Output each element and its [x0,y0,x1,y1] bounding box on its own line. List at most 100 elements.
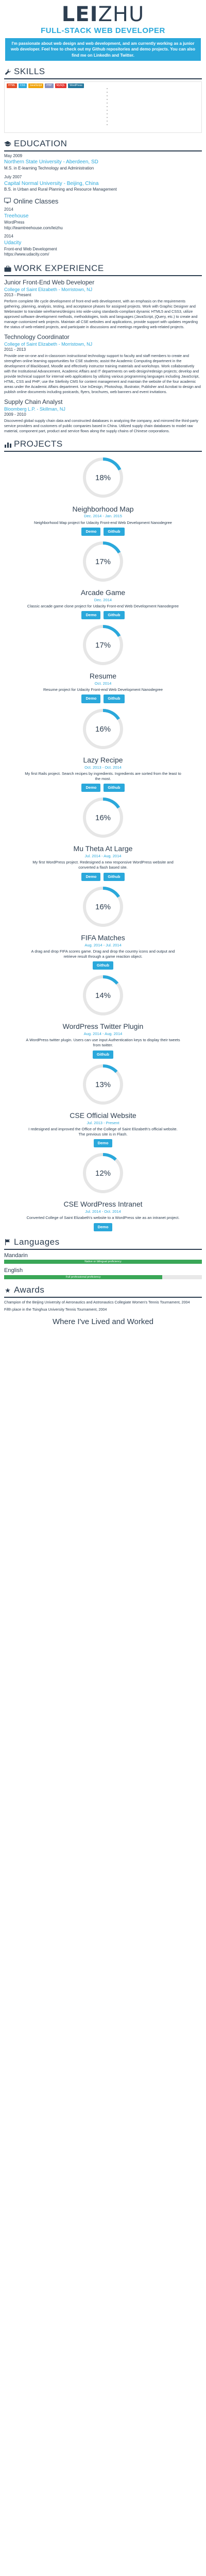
languages-title: Languages [14,1236,60,1247]
work-date: 2013 - Present [4,293,31,298]
github-button[interactable]: Github [92,961,114,970]
project-card: 17% Arcade Game Dec. 2014 Classic arcade ga… [4,540,202,620]
intro-banner: I'm passionate about web design and web … [5,38,201,61]
work-org[interactable]: Bloomberg L.P. - Skillman, NJ [4,406,202,412]
language-name: English [4,1267,23,1274]
project-description: My first WordPress project. Redesigned a… [32,860,174,870]
github-button[interactable]: Github [104,872,125,881]
skill-tag: MySQL [55,83,67,88]
project-card: 16% Lazy Recipe Oct. 2013 - Oct. 2014 My fi… [4,707,202,792]
github-button[interactable]: Github [104,694,125,703]
github-button[interactable]: Github [104,784,125,792]
project-date: Aug. 2014 - Aug. 2014 [83,1031,123,1037]
online_classes-link[interactable]: https://www.udacity.com/ [4,252,202,258]
project-description: Resume project for Udacity Front-end Web… [43,687,163,692]
skills-title: SKILLS [14,66,45,76]
online-classes-heading: Online Classes [4,197,202,206]
github-button[interactable]: Github [92,1050,114,1059]
ring-percent-label: 14% [95,991,111,1000]
online-classes-list: 2014 Treehouse WordPress http://teamtreehou… [0,207,206,258]
star-icon: ★ [5,1286,11,1294]
skills-chart: HTML CSS JavaScript PHP MySQL WordPress [4,81,202,133]
education-school[interactable]: Northern State University - Aberdeen, SD [4,159,202,166]
awards-title: Awards [14,1285,45,1295]
skill-tag: WordPress [68,83,84,88]
name-last: ZHU [98,3,145,26]
project-card: 13% CSE Official Website Jul. 2013 - Prese… [4,1063,202,1148]
project-card: 14% WordPress Twitter Plugin Aug. 2014 - A… [4,974,202,1059]
language-list: Mandarin Native or bilingual proficiency E… [0,1252,206,1280]
work-entry: Technology Coordinator College of Saint E… [4,333,202,395]
online_classes-school[interactable]: Udacity [4,240,202,247]
graduation-cap-icon [4,140,11,147]
demo-button[interactable]: Demo [81,784,101,792]
online_classes-link[interactable]: http://teamtreehouse.com/leizhu [4,226,202,231]
languages-heading: Languages [4,1236,202,1250]
github-button[interactable]: Github [104,527,125,536]
ring-percent-label: 16% [95,725,111,734]
ring-percent-label: 13% [95,1080,111,1089]
project-description: A WordPress twitter plugin. Users can us… [26,1038,180,1048]
project-date: Jul. 2014 - Oct. 2014 [85,1209,121,1214]
demo-button[interactable]: Demo [81,694,101,703]
demo-button[interactable]: Demo [81,872,101,881]
project-progress-ring: 17% [83,625,123,666]
project-date: Jul. 2013 - Present [87,1120,119,1125]
project-date: Oct. 2013 - Oct. 2014 [84,765,122,770]
project-description: Neighborhood Map project for Udacity Fro… [34,520,172,525]
work-heading: WORK EXPERIENCE [4,263,202,277]
demo-button[interactable]: Demo [93,1223,113,1231]
work-org[interactable]: College of Saint Elizabeth - Morristown,… [4,341,202,347]
project-title: FIFA Matches [81,933,125,942]
ring-percent-label: 17% [95,557,111,566]
language-item: English Full professional proficiency [4,1267,202,1280]
github-button[interactable]: Github [104,611,125,620]
project-progress-ring: 16% [83,798,123,838]
ring-percent-label: 16% [95,814,111,822]
ring-percent-label: 16% [95,903,111,911]
language-bar: Native or bilingual proficiency [4,1260,202,1264]
project-card: 16% FIFA Matches Aug. 2014 - Jul. 2014 A dr… [4,885,202,970]
education-heading: EDUCATION [4,138,202,151]
bar-chart-icon [4,441,11,448]
education-entry: July 2007 Capital Normal University - Bei… [4,175,202,193]
project-description: A drag and drop FIFA scores game. Drag a… [31,948,175,959]
project-progress-ring: 12% [83,1153,123,1194]
project-card: 16% Mu Theta At Large Jul. 2014 - Aug. 201… [4,796,202,881]
project-card: 17% Resume Oct. 2014 Resume project for Uda… [4,623,202,703]
project-progress-ring: 17% [83,541,123,582]
work-title: Technology Coordinator [4,333,70,341]
project-buttons: Demo Github [4,694,202,703]
education-title: EDUCATION [14,138,67,148]
demo-button[interactable]: Demo [81,527,101,536]
project-progress-ring: 14% [83,975,123,1016]
ring-percent-label: 17% [95,641,111,650]
work-entry: Junior Front-End Web Developer College of… [4,278,202,330]
work-description: Perform complete life cycle development … [4,299,198,329]
online_classes-school[interactable]: Treehouse [4,213,202,220]
name-heading: LEIZHU [0,3,206,26]
education-school[interactable]: Capital Normal University - Beijing, Chi… [4,180,202,188]
project-progress-ring: 13% [83,1064,123,1105]
education-entry: May 2009 Northern State University - Aber… [4,154,202,172]
demo-button[interactable]: Demo [93,1139,113,1148]
skill-tag: CSS [18,83,27,88]
project-buttons: Demo Github [4,527,202,536]
project-description: Converted College of Saint Elizabeth's w… [26,1215,180,1221]
online_classes-date: 2014 [4,234,13,239]
demo-button[interactable]: Demo [81,611,101,620]
ring-percent-label: 12% [95,1169,111,1178]
project-buttons: Demo [4,1223,202,1231]
name-first: LEI [61,3,98,26]
online_classes-entry: 2014 Udacity Front-end Web Development http… [4,234,202,258]
online_classes-entry: 2014 Treehouse WordPress http://teamtreehou… [4,207,202,231]
work-date: 2009 - 2010 [4,412,26,417]
skills-heading: SKILLS [4,66,202,79]
briefcase-icon [4,265,11,273]
language-name: Mandarin [4,1252,28,1259]
project-progress-ring: 18% [83,457,123,498]
project-description: Classic arcade game clone project for Ud… [27,603,179,608]
project-buttons: Demo Github [4,784,202,792]
skill-tag: PHP [45,83,54,88]
work-org[interactable]: College of Saint Elizabeth - Morristown,… [4,286,202,293]
